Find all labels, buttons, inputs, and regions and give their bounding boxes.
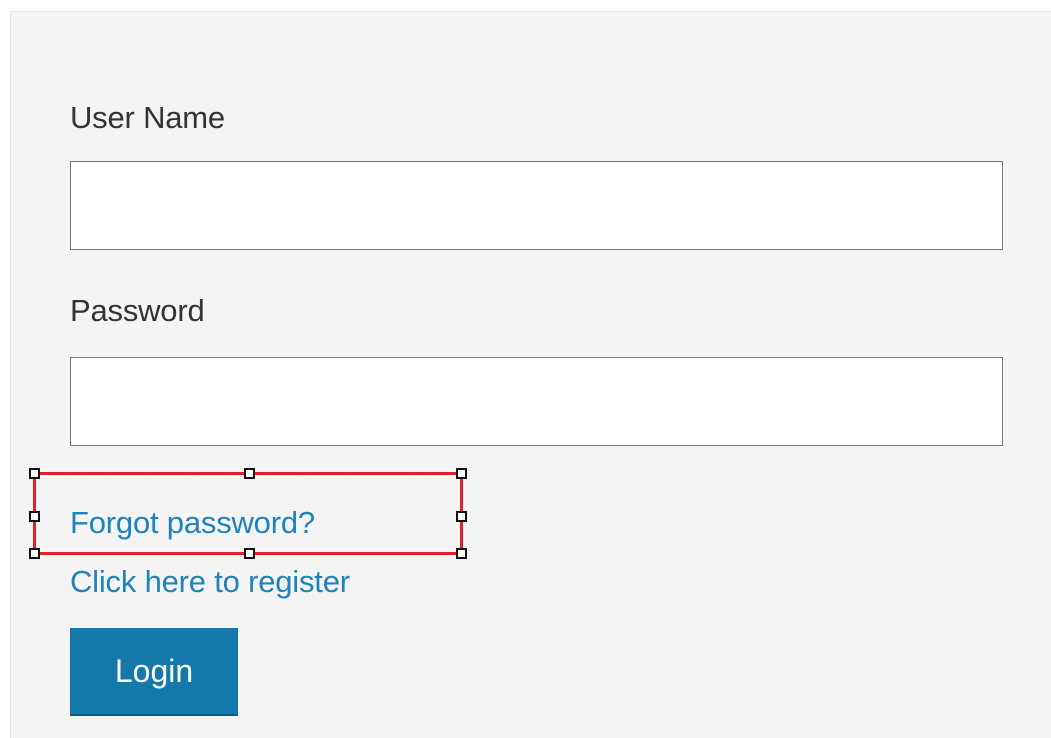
forgot-password-link[interactable]: Forgot password? (70, 507, 315, 538)
login-button[interactable]: Login (70, 628, 238, 716)
username-input[interactable] (70, 161, 1003, 250)
register-link[interactable]: Click here to register (70, 566, 350, 597)
password-label: Password (70, 293, 205, 328)
username-label: User Name (70, 100, 225, 135)
password-input[interactable] (70, 357, 1003, 446)
login-panel: User Name Password Forgot password? Clic… (10, 11, 1051, 738)
